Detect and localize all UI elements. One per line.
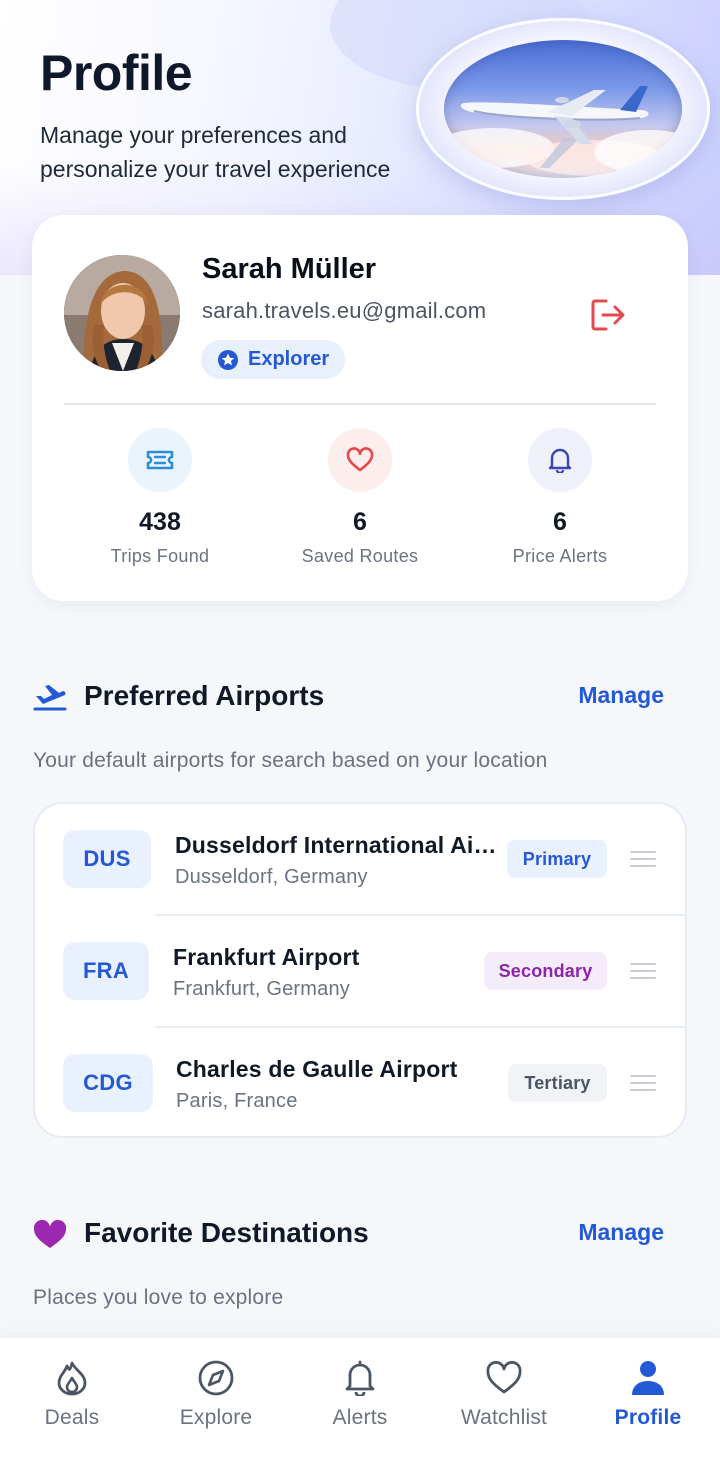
section-title: Favorite Destinations — [84, 1217, 369, 1248]
logout-button[interactable] — [588, 295, 628, 335]
nav-label: Explore — [179, 1406, 253, 1429]
section-description: Places you love to explore — [33, 1286, 284, 1309]
tier-badge: Explorer — [201, 340, 346, 379]
drag-handle-icon[interactable] — [630, 851, 656, 867]
nav-item-explore[interactable]: Explore — [151, 1358, 281, 1430]
stat-value: 6 — [553, 508, 567, 536]
stat-label: Saved Routes — [301, 546, 419, 566]
stat-trips-found[interactable]: 438 Trips Found — [60, 428, 260, 567]
user-name: Sarah Müller — [202, 253, 377, 285]
compass-icon — [196, 1358, 236, 1398]
nav-label: Profile — [614, 1406, 682, 1429]
airport-location: Dusseldorf, Germany — [175, 866, 368, 888]
favorite-destinations-header: Favorite Destinations Manage — [32, 1215, 688, 1255]
page-subtitle: Manage your preferences and personalize … — [40, 122, 391, 182]
rank-badge-tertiary: Tertiary — [508, 1064, 607, 1102]
star-icon — [218, 349, 238, 370]
heart-icon — [328, 428, 392, 492]
manage-destinations-link[interactable]: Manage — [578, 1219, 664, 1246]
ticket-icon — [128, 428, 192, 492]
avatar[interactable] — [64, 255, 180, 371]
nav-label: Alerts — [332, 1406, 388, 1429]
manage-airports-link[interactable]: Manage — [578, 682, 664, 709]
nav-label: Watchlist — [460, 1406, 548, 1429]
bottom-nav: Deals Explore Alerts Watchlist Profile — [0, 1338, 720, 1460]
airport-location: Frankfurt, Germany — [173, 978, 350, 1000]
nav-item-deals[interactable]: Deals — [7, 1358, 137, 1430]
nav-label: Deals — [44, 1406, 100, 1429]
user-photo — [64, 255, 180, 371]
profile-divider — [64, 403, 656, 405]
section-title: Preferred Airports — [84, 680, 325, 711]
nav-item-watchlist[interactable]: Watchlist — [439, 1358, 569, 1430]
airport-row-dus[interactable]: DUS Dusseldorf International Airport Dus… — [35, 804, 685, 916]
logout-icon — [591, 299, 625, 331]
bell-icon — [528, 428, 592, 492]
airport-code: FRA — [63, 942, 149, 1000]
stat-value: 438 — [139, 508, 181, 536]
airport-location: Paris, France — [176, 1090, 298, 1112]
rank-badge-primary: Primary — [507, 840, 607, 878]
stat-label: Price Alerts — [512, 546, 608, 566]
airport-code: DUS — [63, 830, 151, 888]
section-description: Your default airports for search based o… — [33, 749, 548, 772]
stat-value: 6 — [353, 508, 367, 536]
stat-saved-routes[interactable]: 6 Saved Routes — [260, 428, 460, 567]
heart-icon — [33, 1219, 67, 1248]
airport-name: Charles de Gaulle Airport — [176, 1056, 458, 1082]
preferred-airports-header: Preferred Airports Manage — [32, 678, 688, 718]
rank-badge-secondary: Secondary — [484, 952, 607, 990]
nav-item-profile[interactable]: Profile — [583, 1358, 713, 1430]
airport-name: Frankfurt Airport — [173, 944, 360, 970]
airplane-icon — [460, 86, 649, 168]
departure-icon — [33, 685, 67, 711]
airport-name: Dusseldorf International Airport — [175, 832, 505, 858]
airport-code: CDG — [63, 1054, 153, 1112]
airport-row-cdg[interactable]: CDG Charles de Gaulle Airport Paris, Fra… — [35, 1028, 685, 1140]
user-email: sarah.travels.eu@gmail.com — [202, 298, 487, 323]
person-icon — [628, 1358, 668, 1398]
drag-handle-icon[interactable] — [630, 963, 656, 979]
flame-icon — [52, 1358, 92, 1398]
stat-price-alerts[interactable]: 6 Price Alerts — [460, 428, 660, 567]
airport-row-fra[interactable]: FRA Frankfurt Airport Frankfurt, Germany… — [35, 916, 685, 1028]
nav-item-alerts[interactable]: Alerts — [295, 1358, 425, 1430]
bell-icon — [340, 1358, 380, 1398]
drag-handle-icon[interactable] — [630, 1075, 656, 1091]
page-title: Profile — [40, 45, 193, 101]
stat-label: Trips Found — [110, 546, 210, 566]
profile-card: Sarah Müller sarah.travels.eu@gmail.com … — [32, 215, 688, 601]
airports-list: DUS Dusseldorf International Airport Dus… — [33, 802, 687, 1138]
airplane-window-illustration — [416, 18, 710, 200]
heart-icon — [484, 1358, 524, 1398]
tier-label: Explorer — [248, 348, 330, 370]
